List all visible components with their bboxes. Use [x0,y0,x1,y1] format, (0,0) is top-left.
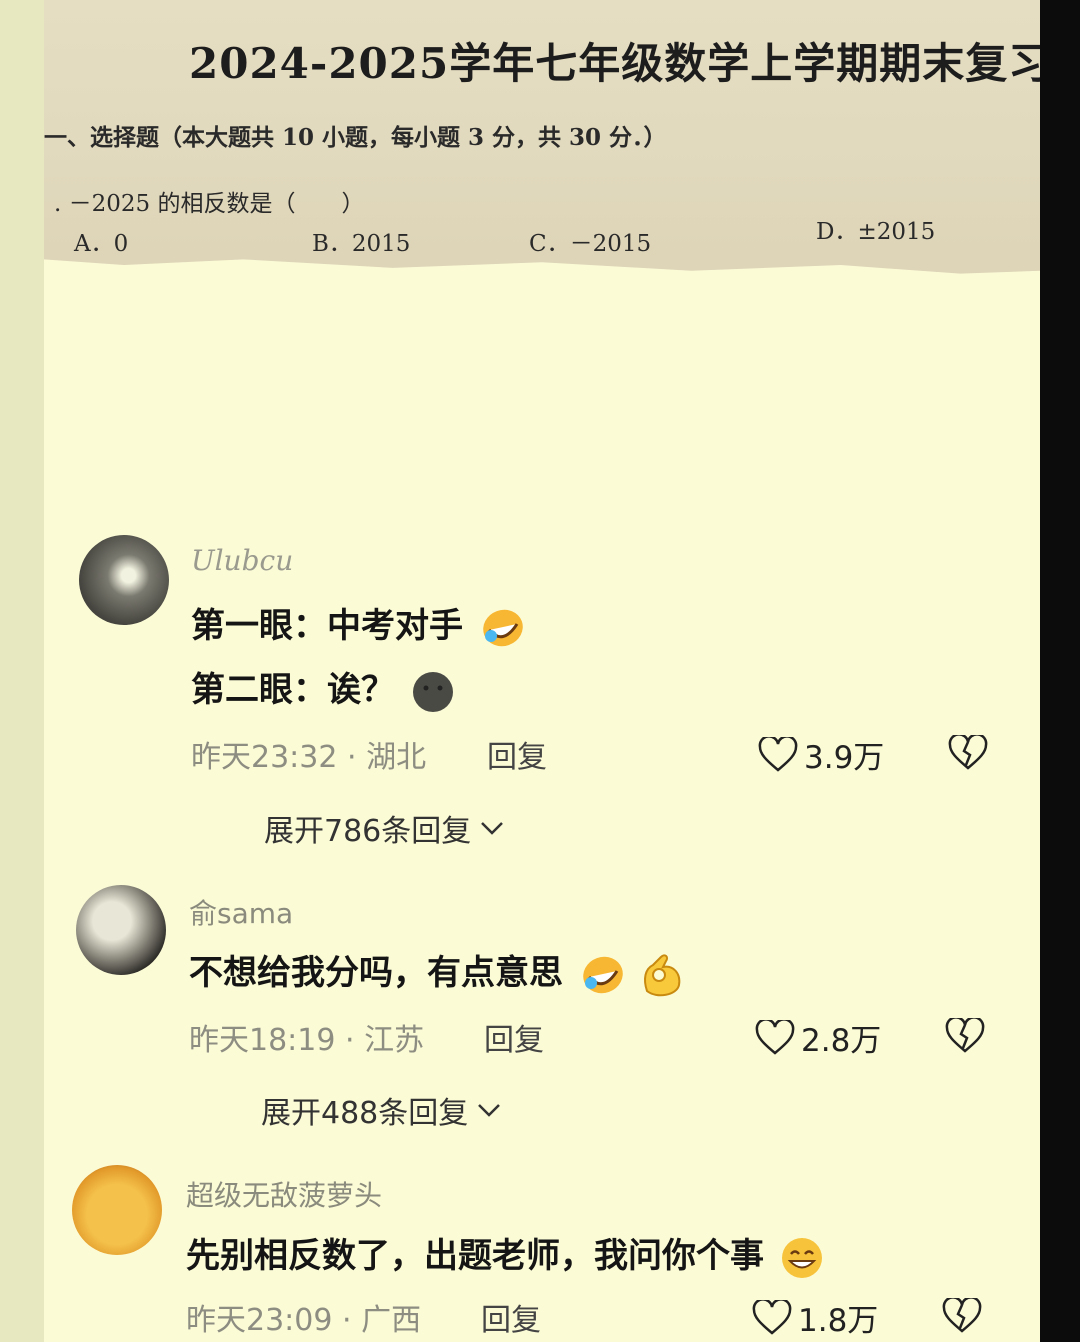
reply-button[interactable]: 回复 [487,732,547,776]
like-button[interactable]: 3.9万 [758,732,884,777]
meta-dot: · [347,740,367,775]
comment-meta: 昨天18:19 · 江苏 [189,1015,424,1059]
expand-replies-label: 展开786条回复 [264,814,472,849]
comment-text-line: 第一眼：中考对手 [191,598,525,650]
broken-heart-icon[interactable] [948,735,988,771]
expand-replies-button[interactable]: 展开786条回复 [264,806,505,850]
like-button[interactable]: 2.8万 [755,1015,881,1060]
heart-icon [755,1019,795,1055]
comment-time: 昨天18:19 [189,1023,336,1058]
broken-heart-icon[interactable] [945,1018,985,1054]
blob-emoji [412,671,453,712]
comment-meta: 昨天23:09 · 广西 [186,1295,421,1339]
left-border [0,0,44,1342]
rofl-emoji [483,609,523,646]
comment-text: 第一眼：中考对手 [191,606,463,646]
comment-text: 先别相反数了，出题老师，我问你个事 [186,1236,764,1276]
broken-heart-icon[interactable] [942,1298,982,1334]
comment-username[interactable]: 俞sama [189,892,293,932]
exam-option-a: A．0 [74,231,129,257]
avatar[interactable] [79,535,169,625]
comment-text-line: 第二眼：诶？ [191,662,457,714]
like-button[interactable]: 1.8万 [752,1295,878,1340]
exam-question: . －2025 的相反数是（ ） [54,191,365,217]
exam-option-d: D．±2015 [816,219,936,245]
expand-replies-label: 展开488条回复 [261,1096,469,1131]
ok-hand-emoji [643,953,680,996]
chevron-down-icon [478,1104,501,1117]
grin-emoji [781,1237,822,1278]
comment-text-line: 不想给我分吗，有点意思 [189,945,685,999]
comment-username[interactable]: Ulubcu [191,544,293,577]
comment-location: 湖北 [366,740,427,775]
heart-icon [752,1299,792,1335]
reply-button[interactable]: 回复 [484,1015,544,1059]
comment-location: 江苏 [364,1023,425,1058]
exam-option-c: C．－2015 [529,231,652,257]
like-count: 1.8万 [798,1303,879,1339]
rofl-emoji [583,956,623,993]
exam-paper-image: 2024-2025学年七年级数学上学期期末复习卷 一、选择题（本大题共 10 小… [44,0,1040,274]
meta-dot: · [342,1303,362,1338]
comment-time: 昨天23:09 [186,1303,333,1338]
like-count: 3.9万 [804,740,885,776]
comment-text: 不想给我分吗，有点意思 [189,953,563,993]
exam-option-b: B．2015 [312,231,411,257]
expand-replies-button[interactable]: 展开488条回复 [261,1088,502,1132]
comment-meta: 昨天23:32 · 湖北 [191,732,426,776]
exam-title: 2024-2025学年七年级数学上学期期末复习卷 [189,39,1040,88]
meta-dot: · [345,1023,365,1058]
avatar[interactable] [72,1165,162,1255]
avatar[interactable] [76,885,166,975]
comment-location: 广西 [361,1303,422,1338]
comment-text: 第二眼：诶？ [191,670,395,710]
reply-button[interactable]: 回复 [481,1295,541,1339]
exam-section-heading: 一、选择题（本大题共 10 小题，每小题 3 分，共 30 分．） [44,124,667,151]
like-count: 2.8万 [801,1023,882,1059]
right-border [1040,0,1080,1342]
comment-text-line: 先别相反数了，出题老师，我问你个事 [186,1228,826,1280]
chevron-down-icon [481,822,504,835]
screenshot-frame: 2024-2025学年七年级数学上学期期末复习卷 一、选择题（本大题共 10 小… [44,0,1040,1342]
comment-username[interactable]: 超级无敌菠萝头 [186,1174,382,1214]
comment-time: 昨天23:32 [191,740,338,775]
heart-icon [758,736,798,772]
